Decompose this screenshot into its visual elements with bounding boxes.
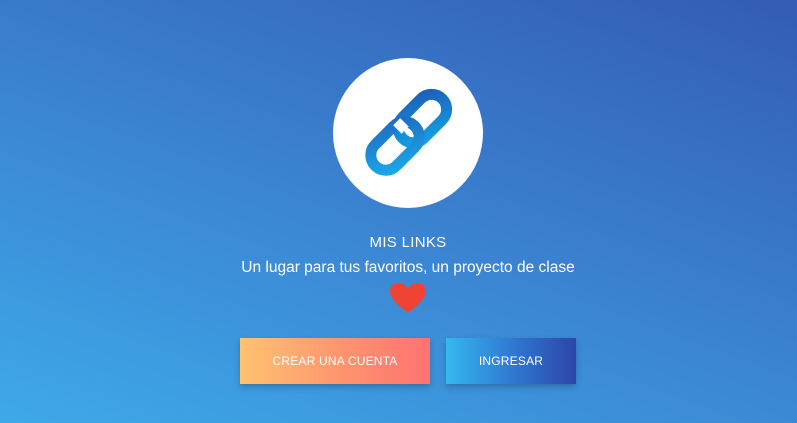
app-title: MIS LINKS: [369, 234, 447, 251]
chain-link-icon: [365, 88, 453, 176]
logo: [333, 58, 483, 208]
landing-page: MIS LINKS Un lugar para tus favoritos, u…: [0, 0, 797, 423]
login-button[interactable]: INGRESAR: [446, 338, 576, 384]
heart-icon: [390, 283, 426, 313]
app-tagline: Un lugar para tus favoritos, un proyecto…: [241, 259, 575, 276]
create-account-button[interactable]: CREAR UNA CUENTA: [240, 338, 430, 384]
